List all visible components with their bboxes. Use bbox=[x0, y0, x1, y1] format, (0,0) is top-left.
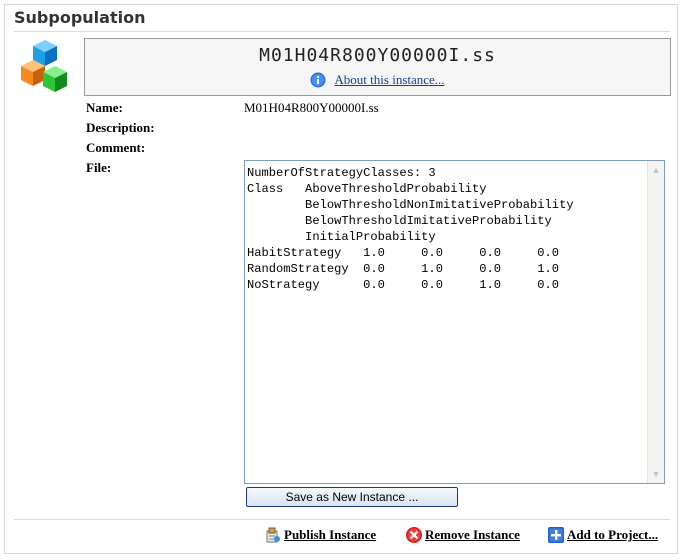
remove-instance-action[interactable]: Remove Instance bbox=[405, 526, 520, 544]
add-icon bbox=[548, 527, 564, 543]
name-value: M01H04R800Y00000I.ss bbox=[244, 100, 379, 115]
file-content: NumberOfStrategyClasses: 3 Class AboveTh… bbox=[247, 166, 574, 292]
remove-icon bbox=[406, 527, 422, 543]
title-divider bbox=[14, 31, 670, 32]
about-instance-link[interactable]: About this instance... bbox=[334, 72, 444, 88]
bottom-divider bbox=[14, 519, 670, 520]
file-label: File: bbox=[86, 160, 112, 175]
add-to-project-label[interactable]: Add to Project... bbox=[567, 527, 658, 543]
publish-instance-label[interactable]: Publish Instance bbox=[284, 527, 376, 543]
add-to-project-action[interactable]: Add to Project... bbox=[547, 526, 658, 544]
comment-label: Comment: bbox=[86, 140, 146, 155]
panel-title: Subpopulation bbox=[14, 8, 146, 27]
description-label: Description: bbox=[86, 120, 155, 135]
scroll-up-icon[interactable]: ▲ bbox=[649, 163, 663, 177]
cubes-logo-icon bbox=[21, 40, 67, 92]
publish-icon bbox=[266, 527, 280, 543]
info-icon[interactable] bbox=[310, 72, 326, 88]
scroll-down-icon[interactable]: ▼ bbox=[649, 467, 663, 481]
save-as-new-instance-button[interactable]: Save as New Instance ... bbox=[246, 487, 458, 507]
file-scrollbar[interactable]: ▲ ▼ bbox=[647, 161, 664, 483]
instance-title: M01H04R800Y00000I.ss bbox=[259, 45, 496, 66]
file-textarea[interactable]: NumberOfStrategyClasses: 3 Class AboveTh… bbox=[244, 160, 665, 484]
instance-header: M01H04R800Y00000I.ss About this instance… bbox=[84, 38, 671, 96]
publish-instance-action[interactable]: Publish Instance bbox=[264, 526, 376, 544]
about-row: About this instance... bbox=[85, 72, 670, 88]
name-label: Name: bbox=[86, 100, 123, 115]
remove-instance-label[interactable]: Remove Instance bbox=[425, 527, 520, 543]
